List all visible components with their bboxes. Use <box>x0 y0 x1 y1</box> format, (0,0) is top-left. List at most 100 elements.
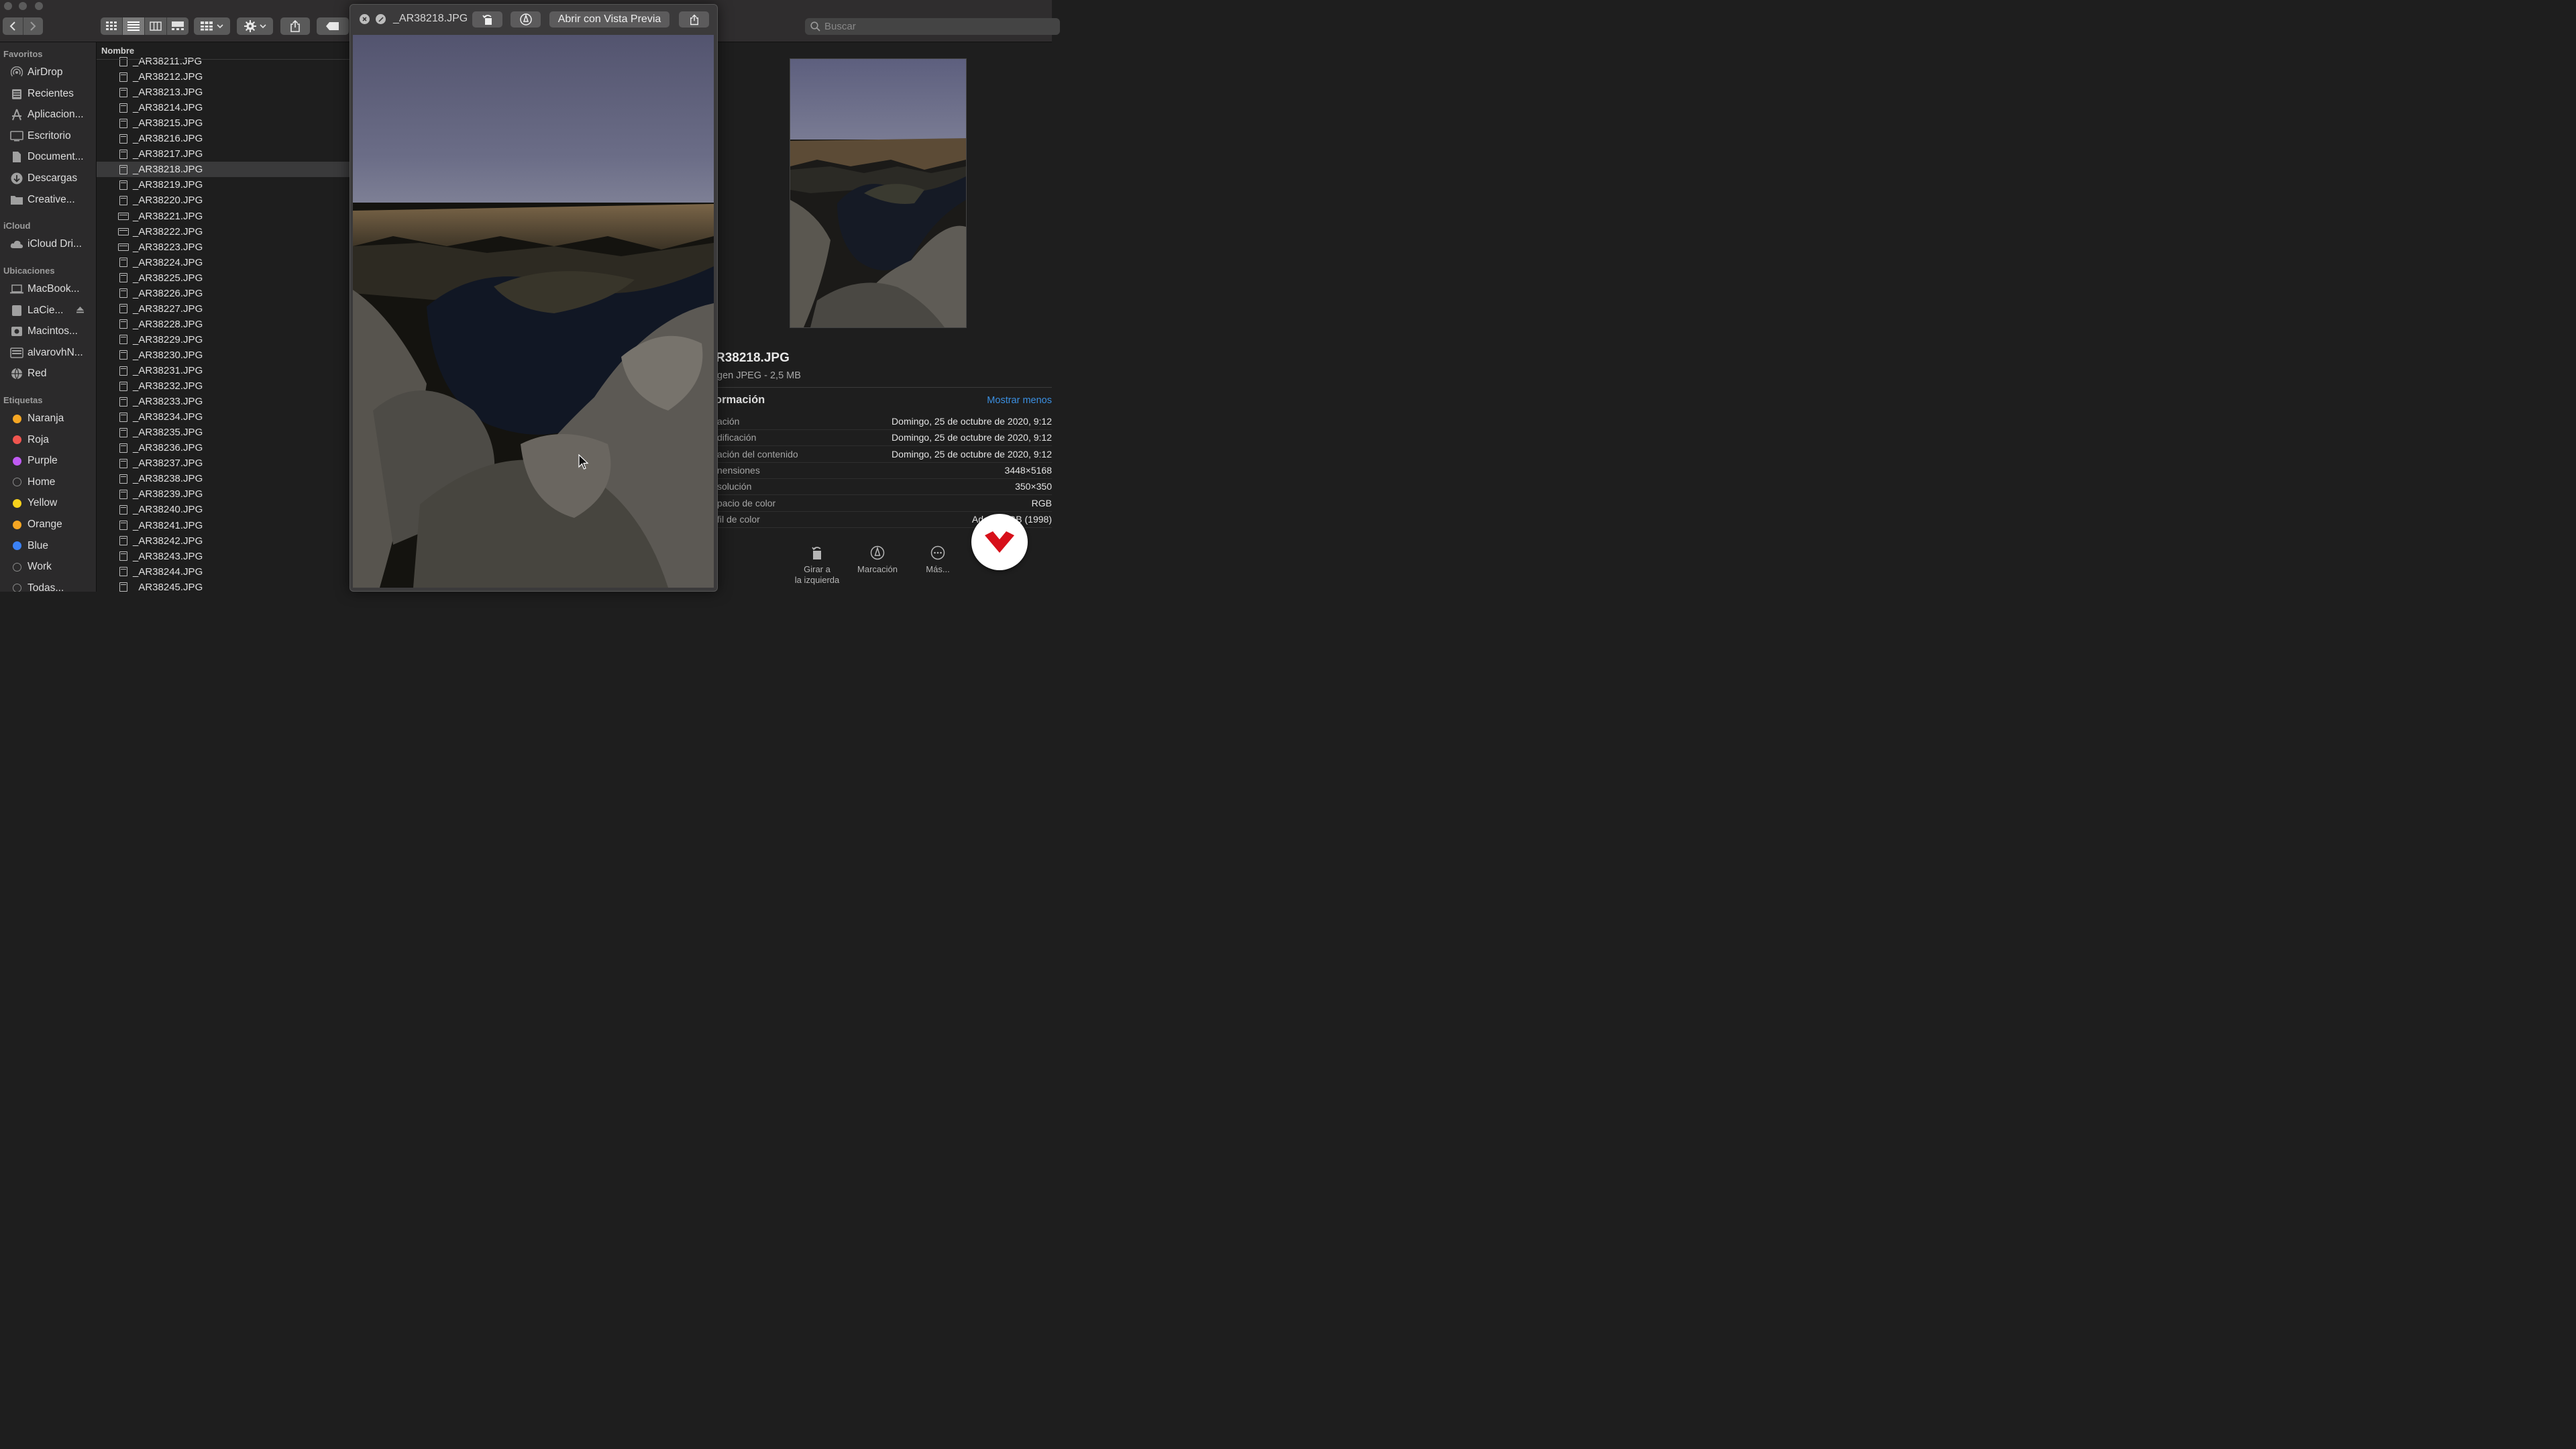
file-row[interactable]: _AR38223.JPG <box>97 239 350 255</box>
share-button[interactable] <box>280 17 310 35</box>
file-row[interactable]: _AR38219.JPG <box>97 177 350 193</box>
icon-view-button[interactable] <box>101 17 123 35</box>
quick-look-fullscreen-button[interactable] <box>376 14 386 24</box>
image-file-icon <box>119 427 127 437</box>
sidebar-item-location-2[interactable]: Macintos... <box>9 323 93 339</box>
metadata-value: 3448×5168 <box>1004 464 1052 476</box>
file-name: _AR38237.JPG <box>133 458 203 470</box>
file-row[interactable]: _AR38231.JPG <box>97 363 350 378</box>
sidebar-item-tag-4[interactable]: Yellow <box>9 495 93 511</box>
sidebar-item-location-label: Red <box>28 368 47 380</box>
sidebar-item-tag-1[interactable]: Roja <box>9 432 93 448</box>
file-row[interactable]: _AR38224.JPG <box>97 255 350 270</box>
file-row[interactable]: _AR38222.JPG <box>97 224 350 239</box>
file-row[interactable]: _AR38229.JPG <box>97 332 350 347</box>
file-row[interactable]: _AR38230.JPG <box>97 347 350 363</box>
divider <box>717 387 1052 388</box>
metadata-row: dificación Domingo, 25 de octubre de 2020… <box>717 429 1052 447</box>
image-file-icon <box>119 366 127 376</box>
sidebar-item-5[interactable]: Descargas <box>9 170 93 186</box>
file-row[interactable]: _AR38235.JPG <box>97 425 350 440</box>
action-menu-button[interactable] <box>237 17 273 35</box>
column-header-name[interactable]: Nombre <box>97 42 350 60</box>
zoom-window-button[interactable] <box>35 2 43 10</box>
file-row[interactable]: _AR38232.JPG <box>97 378 350 394</box>
sidebar-item-4[interactable]: Document... <box>9 149 93 165</box>
sidebar-item-tag-3[interactable]: Home <box>9 474 93 490</box>
tag-dot <box>12 541 21 551</box>
sidebar-item-6[interactable]: Creative... <box>9 192 93 208</box>
file-name: _AR38213.JPG <box>133 87 203 99</box>
sidebar-item-0[interactable]: AirDrop <box>9 64 93 80</box>
file-row[interactable]: _AR38233.JPG <box>97 394 350 409</box>
search-field[interactable]: Buscar <box>805 18 1060 35</box>
file-row[interactable]: _AR38220.JPG <box>97 193 350 208</box>
sidebar-item-icloud-0[interactable]: iCloud Dri... <box>9 236 93 252</box>
file-row[interactable]: _AR38239.JPG <box>97 486 350 502</box>
file-row[interactable]: _AR38227.JPG <box>97 301 350 317</box>
file-row[interactable]: _AR38228.JPG <box>97 317 350 332</box>
rotate-left-action[interactable]: Girar a la izquierda <box>787 545 847 586</box>
sidebar-item-2[interactable]: Aplicacion... <box>9 107 93 123</box>
sidebar-item-location-3[interactable]: alvarovhN... <box>9 345 93 361</box>
file-row[interactable]: _AR38213.JPG <box>97 85 350 100</box>
more-action[interactable]: Más... <box>908 545 968 575</box>
minimize-window-button[interactable] <box>19 2 27 10</box>
tag-dot <box>12 414 21 423</box>
markup-button[interactable] <box>511 11 541 28</box>
sidebar-item-tag-2[interactable]: Purple <box>9 453 93 469</box>
quick-look-close-button[interactable] <box>360 14 370 24</box>
image-file-icon <box>119 258 127 268</box>
group-button[interactable] <box>194 17 230 35</box>
sidebar-item-location-4[interactable]: Red <box>9 366 93 382</box>
file-name: _AR38214.JPG <box>133 102 203 114</box>
file-row[interactable]: _AR38242.JPG <box>97 533 350 549</box>
back-button[interactable] <box>3 17 23 35</box>
sidebar-item-tag-6[interactable]: Blue <box>9 538 93 554</box>
server-icon <box>9 346 24 360</box>
eject-icon[interactable] <box>76 305 84 317</box>
rotate-button[interactable] <box>472 11 502 28</box>
file-row[interactable]: _AR38236.JPG <box>97 440 350 455</box>
file-row[interactable]: _AR38240.JPG <box>97 502 350 517</box>
file-row[interactable]: _AR38245.JPG <box>97 580 350 592</box>
sidebar-item-tag-0[interactable]: Naranja <box>9 411 93 427</box>
gallery-view-button[interactable] <box>167 17 189 35</box>
open-with-preview-label: Abrir con Vista Previa <box>557 13 661 25</box>
file-list: _AR38211.JPG _AR38212.JPG _AR38213.JPG _AR3… <box>97 42 350 592</box>
fullscreen-icon <box>378 16 384 22</box>
file-row[interactable]: _AR38216.JPG <box>97 131 350 146</box>
file-row[interactable]: _AR38217.JPG <box>97 146 350 162</box>
sidebar-item-tag-8[interactable]: Todas... <box>9 580 93 592</box>
sidebar-item-location-1[interactable]: LaCie... <box>9 303 93 319</box>
open-with-preview-button[interactable]: Abrir con Vista Previa <box>549 11 669 28</box>
tags-button[interactable] <box>317 17 349 35</box>
file-row[interactable]: _AR38214.JPG <box>97 100 350 115</box>
file-row[interactable]: _AR38238.JPG <box>97 471 350 486</box>
sidebar-item-tag-7[interactable]: Work <box>9 559 93 575</box>
column-view-button[interactable] <box>145 17 167 35</box>
forward-button[interactable] <box>23 17 44 35</box>
markup-action[interactable]: Marcación <box>847 545 908 575</box>
file-row[interactable]: _AR38221.JPG <box>97 209 350 224</box>
file-row[interactable]: _AR38226.JPG <box>97 286 350 301</box>
sidebar-item-3[interactable]: Escritorio <box>9 128 93 144</box>
close-window-button[interactable] <box>4 2 12 10</box>
file-row[interactable]: _AR38218.JPG <box>97 162 350 178</box>
list-view-button[interactable] <box>123 17 145 35</box>
quick-look-share-button[interactable] <box>679 11 709 28</box>
file-row[interactable]: _AR38243.JPG <box>97 549 350 564</box>
sidebar-item-label: Aplicacion... <box>28 109 84 121</box>
file-row[interactable]: _AR38225.JPG <box>97 270 350 286</box>
file-row[interactable]: _AR38241.JPG <box>97 518 350 533</box>
file-row[interactable]: _AR38212.JPG <box>97 69 350 85</box>
file-row[interactable]: _AR38244.JPG <box>97 564 350 580</box>
image-file-icon <box>119 118 127 128</box>
file-row[interactable]: _AR38234.JPG <box>97 409 350 425</box>
file-row[interactable]: _AR38237.JPG <box>97 455 350 471</box>
file-row[interactable]: _AR38215.JPG <box>97 115 350 131</box>
sidebar-item-location-0[interactable]: MacBook... <box>9 281 93 297</box>
show-less-link[interactable]: Mostrar menos <box>987 395 1052 406</box>
sidebar-item-1[interactable]: Recientes <box>9 86 93 102</box>
sidebar-item-tag-5[interactable]: Orange <box>9 517 93 533</box>
